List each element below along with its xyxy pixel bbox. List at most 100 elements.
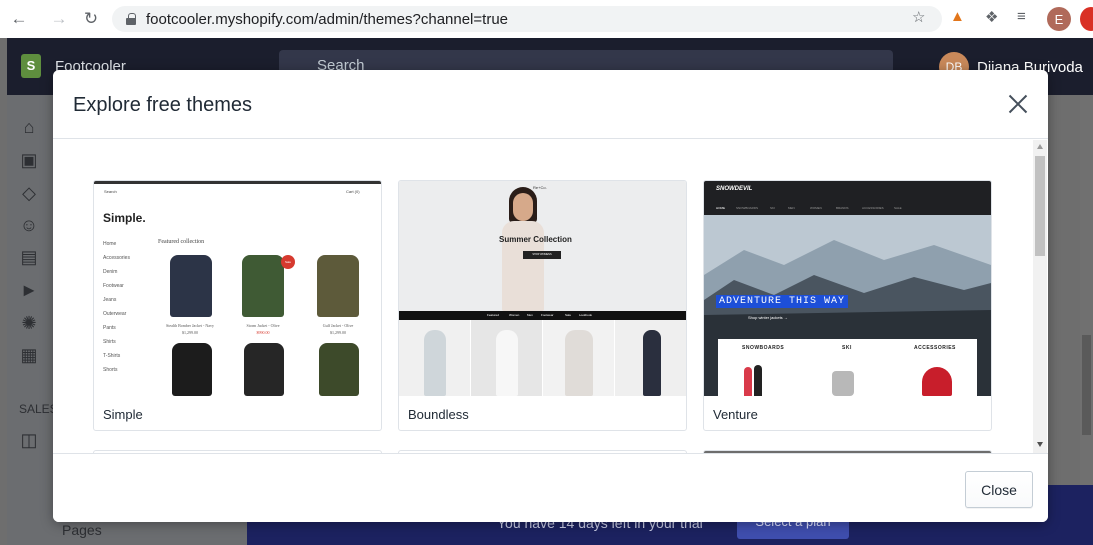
preview-nav-item: Men bbox=[527, 313, 533, 317]
preview-nav-item: Denim bbox=[103, 269, 118, 275]
preview-nav-item: Home bbox=[103, 241, 117, 247]
snowboard-image bbox=[744, 367, 752, 396]
preview-nav-item: MEN bbox=[788, 206, 795, 210]
orders-icon[interactable]: ▣ bbox=[19, 150, 39, 170]
preview-nav-item: Footwear bbox=[103, 283, 124, 289]
extensions-puzzle-icon[interactable]: ❖ bbox=[985, 8, 998, 26]
preview-hero-title: Summer Collection bbox=[499, 235, 572, 244]
reload-icon[interactable]: ↻ bbox=[80, 8, 102, 30]
product-image bbox=[244, 343, 284, 396]
lock-icon bbox=[126, 13, 136, 25]
preview-category: SKI bbox=[842, 345, 852, 351]
forward-arrow-icon[interactable]: → bbox=[48, 8, 70, 30]
home-icon[interactable]: ⌂ bbox=[19, 117, 39, 137]
preview-category: SNOWBOARDS bbox=[742, 345, 785, 351]
preview-top-border bbox=[94, 181, 381, 184]
modal-title: Explore free themes bbox=[73, 94, 252, 116]
model-face-image bbox=[513, 193, 533, 221]
preview-cart: Cart (0) bbox=[346, 189, 360, 194]
product-caption: Storm Jacket - Olive bbox=[246, 323, 280, 328]
modal-header: Explore free themes bbox=[53, 70, 1048, 139]
preview-logo: SNOWDEVIL bbox=[716, 186, 753, 192]
snowboard-image bbox=[754, 365, 762, 396]
product-price: $1,299.00 bbox=[330, 330, 346, 335]
preview-nav-item: Pants bbox=[103, 325, 116, 331]
ski-boot-image bbox=[832, 371, 854, 396]
back-arrow-icon[interactable]: ← bbox=[8, 8, 30, 30]
product-tile bbox=[543, 320, 614, 396]
theme-name: Boundless bbox=[408, 407, 469, 422]
preview-search: Search bbox=[104, 189, 117, 194]
scroll-down-arrow-icon[interactable] bbox=[1037, 442, 1043, 447]
customers-icon[interactable]: ☺ bbox=[19, 215, 39, 235]
page-scrollbar-thumb[interactable] bbox=[1082, 335, 1091, 435]
product-image bbox=[317, 255, 359, 317]
preview-nav-item: WOMEN bbox=[810, 206, 822, 210]
sidebar-item-pages[interactable]: Pages bbox=[62, 522, 102, 538]
product-caption: Stealth Bomber Jacket - Navy bbox=[166, 323, 214, 328]
metamask-extension-icon[interactable]: ▲ bbox=[950, 8, 965, 25]
marketing-icon[interactable]: ► bbox=[19, 280, 39, 300]
theme-preview-boundless[interactable]: Re+Co. Summer Collection SHOP WOMENS Fea… bbox=[399, 181, 686, 396]
theme-preview-simple[interactable]: Search Cart (0) Simple. Home Accessories… bbox=[94, 181, 381, 396]
theme-card-boundless[interactable]: Re+Co. Summer Collection SHOP WOMENS Fea… bbox=[398, 180, 687, 431]
preview-nav-item: BRANDS bbox=[836, 206, 849, 210]
bookmark-star-icon[interactable]: ☆ bbox=[912, 8, 925, 26]
preview-nav-item: HOME bbox=[716, 206, 725, 210]
close-button[interactable]: Close bbox=[965, 471, 1033, 508]
preview-nav-item: Shirts bbox=[103, 339, 116, 345]
url-text: footcooler.myshopify.com/admin/themes?ch… bbox=[146, 10, 508, 28]
reading-list-icon[interactable]: ≡ bbox=[1017, 8, 1026, 25]
preview-featured-heading: Featured collection bbox=[158, 239, 205, 245]
product-image bbox=[565, 330, 593, 396]
product-caption: Gulf Jacket - Olive bbox=[322, 323, 354, 328]
extension-red-icon[interactable] bbox=[1080, 7, 1093, 31]
preview-nav-item: Featured bbox=[487, 313, 500, 317]
product-image bbox=[424, 330, 446, 396]
product-tile bbox=[615, 320, 686, 396]
close-icon[interactable] bbox=[1006, 92, 1030, 116]
preview-hero-text: ADVENTURE THIS WAY bbox=[716, 295, 849, 308]
analytics-icon[interactable]: ▤ bbox=[19, 247, 39, 267]
preview-nav-item: Sale bbox=[565, 313, 572, 317]
product-image bbox=[319, 343, 359, 396]
preview-nav-item: Lookbook bbox=[579, 313, 593, 317]
preview-nav-item: Outerwear bbox=[103, 311, 127, 317]
sales-channels-label: SALES bbox=[19, 402, 58, 416]
shopify-bag-icon: S bbox=[21, 54, 41, 78]
modal-footer: Close bbox=[53, 453, 1048, 522]
page-scrollbar[interactable] bbox=[1080, 95, 1093, 485]
sale-badge: Sale bbox=[281, 255, 295, 269]
modal-body: Search Cart (0) Simple. Home Accessories… bbox=[53, 140, 1048, 453]
preview-logo: Simple. bbox=[103, 211, 146, 225]
discounts-icon[interactable]: ✺ bbox=[19, 313, 39, 333]
theme-name: Venture bbox=[713, 407, 758, 422]
preview-hero-button-label: SHOP WOMENS bbox=[532, 253, 552, 256]
address-bar[interactable]: footcooler.myshopify.com/admin/themes?ch… bbox=[112, 6, 942, 32]
product-price: $990.00 bbox=[256, 330, 270, 335]
product-image bbox=[242, 255, 284, 317]
theme-card-venture[interactable]: SNOWDEVIL HOME SNOWBOARDS SKI MEN WOMEN … bbox=[703, 180, 992, 431]
online-store-icon[interactable]: ◫ bbox=[19, 430, 39, 450]
preview-nav-item: SKI bbox=[770, 206, 775, 210]
product-image bbox=[496, 330, 518, 396]
preview-nav-item: T-Shirts bbox=[103, 353, 121, 359]
product-price: $1,299.00 bbox=[182, 330, 198, 335]
product-image bbox=[172, 343, 212, 396]
apps-icon[interactable]: ▦ bbox=[19, 345, 39, 365]
products-tag-icon[interactable]: ◇ bbox=[19, 183, 39, 203]
modal-scrollbar[interactable] bbox=[1033, 140, 1047, 453]
preview-brand: Re+Co. bbox=[533, 185, 547, 190]
preview-nav-item: Footwear bbox=[541, 313, 554, 317]
theme-preview-venture[interactable]: SNOWDEVIL HOME SNOWBOARDS SKI MEN WOMEN … bbox=[704, 181, 991, 396]
theme-card-simple[interactable]: Search Cart (0) Simple. Home Accessories… bbox=[93, 180, 382, 431]
preview-hero-button: SHOP WOMENS bbox=[523, 251, 561, 259]
modal-scrollbar-thumb[interactable] bbox=[1035, 156, 1045, 256]
preview-nav-item: Jeans bbox=[103, 297, 117, 303]
preview-nav-item: Accessories bbox=[103, 255, 130, 261]
browser-profile-avatar[interactable]: E bbox=[1047, 7, 1071, 31]
product-tile bbox=[399, 320, 470, 396]
preview-nav-item: SNOWBOARDS bbox=[736, 206, 759, 210]
scroll-up-arrow-icon[interactable] bbox=[1037, 144, 1043, 149]
preview-header: SNOWDEVIL HOME SNOWBOARDS SKI MEN WOMEN … bbox=[704, 181, 991, 215]
